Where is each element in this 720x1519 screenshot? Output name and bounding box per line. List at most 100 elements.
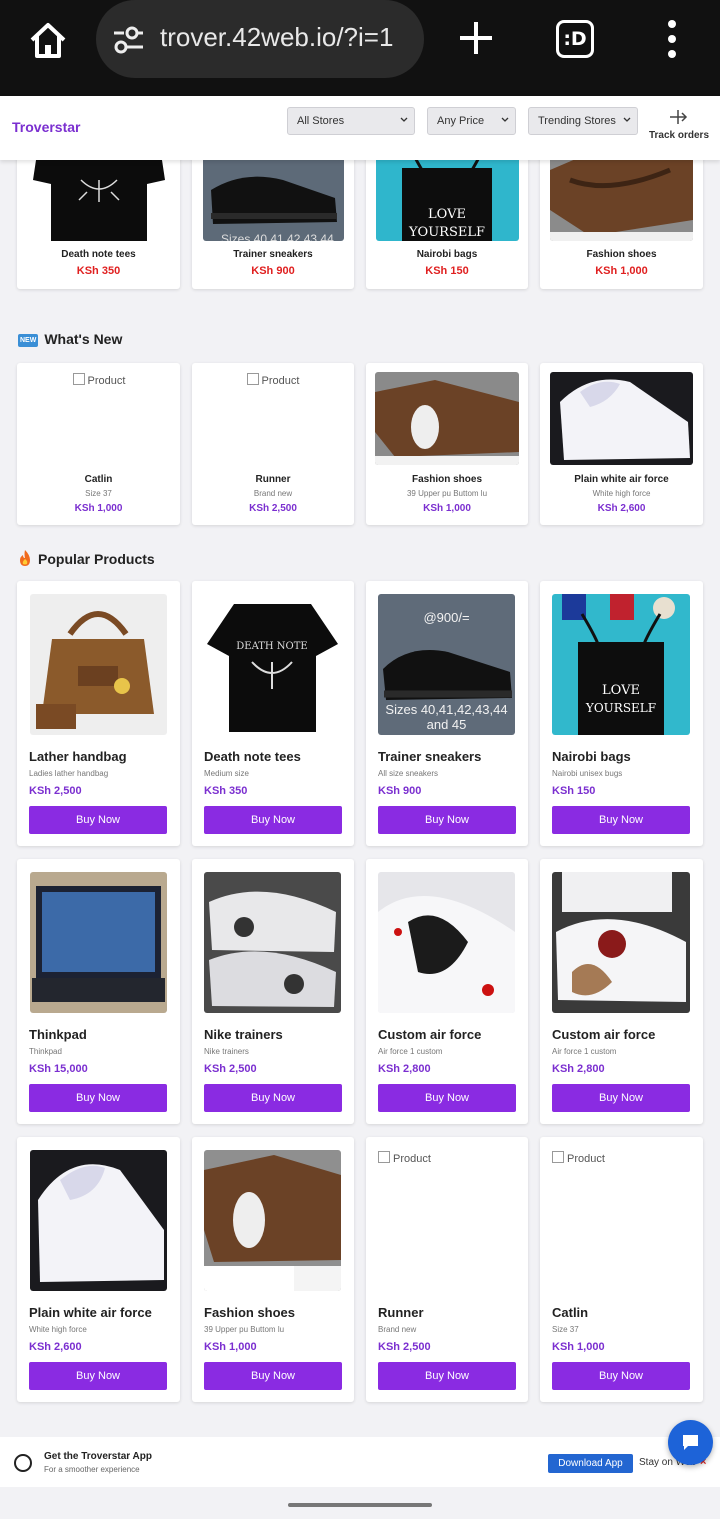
store-filter-value: All Stores: [297, 115, 345, 127]
popular-product-card[interactable]: LOVE YOURSELF Nairobi bags Nairobi unise…: [540, 581, 703, 846]
product-price: KSh 2,800: [378, 1063, 431, 1075]
product-price: KSh 2,500: [29, 785, 82, 797]
popular-title: Popular Products: [38, 551, 155, 567]
product-price: KSh 2,600: [29, 1341, 82, 1353]
product-name: Thinkpad: [29, 1027, 87, 1042]
app-circle-icon: [14, 1454, 32, 1472]
product-subtitle: White high force: [592, 489, 651, 498]
product-name: Lather handbag: [29, 749, 127, 764]
buy-now-button[interactable]: Buy Now: [29, 1362, 167, 1390]
product-image: [550, 372, 693, 465]
store-filter-select[interactable]: All Stores: [287, 107, 415, 135]
image-alt-text: Product: [393, 1153, 431, 1165]
product-name: Trainer sneakers: [378, 749, 482, 764]
trending-card[interactable]: LOVE YOURSELF Nairobi bags KSh 150: [366, 140, 528, 289]
popular-product-card[interactable]: Product Catlin Size 37 KSh 1,000 Buy Now: [540, 1137, 703, 1402]
trending-card[interactable]: Fashion shoes KSh 1,000: [540, 140, 703, 289]
popular-product-card[interactable]: Thinkpad Thinkpad KSh 15,000 Buy Now: [17, 859, 180, 1124]
buy-now-button[interactable]: Buy Now: [552, 806, 690, 834]
product-subtitle: Size 37: [85, 489, 112, 498]
new-tab-icon[interactable]: [456, 18, 496, 58]
product-subtitle: 39 Upper pu Buttom lu: [204, 1325, 285, 1334]
address-bar[interactable]: trover.42web.io/?i=1: [96, 0, 424, 78]
product-name: Fashion shoes: [204, 1305, 296, 1320]
gesture-bar[interactable]: [288, 1503, 432, 1507]
product-price: KSh 350: [204, 785, 248, 797]
chat-button[interactable]: [668, 1420, 713, 1465]
app-install-banner: Get the Troverstar App For a smoother ex…: [0, 1437, 720, 1487]
popular-product-card[interactable]: Lather handbag Ladies lather handbag KSh…: [17, 581, 180, 846]
new-product-card[interactable]: Fashion shoes 39 Upper pu Buttom lu KSh …: [366, 363, 528, 525]
new-badge-icon: NEW: [18, 334, 39, 347]
price-filter-select[interactable]: Any Price: [427, 107, 516, 135]
fire-icon: [20, 550, 30, 566]
popular-product-card[interactable]: @900/= Sizes 40,41,42,43,44 and 45 Train…: [366, 581, 528, 846]
popular-product-card[interactable]: Fashion shoes 39 Upper pu Buttom lu KSh …: [192, 1137, 354, 1402]
new-product-card[interactable]: Product Catlin Size 37 KSh 1,000: [17, 363, 180, 525]
tab-switcher-button[interactable]: :D: [556, 20, 594, 58]
overlay-sizes-text: Sizes 40,41,42,43,44 and 45: [385, 702, 508, 732]
sort-select[interactable]: Trending Stores: [528, 107, 638, 135]
more-menu-icon[interactable]: [664, 18, 680, 60]
buy-now-button[interactable]: Buy Now: [29, 806, 167, 834]
whats-new-title: What's New: [44, 331, 123, 347]
popular-product-card[interactable]: Custom air force Air force 1 custom KSh …: [540, 859, 703, 1124]
popular-product-card[interactable]: DEATH NOTE Death note tees Medium size K…: [192, 581, 354, 846]
product-subtitle: Size 37: [552, 1325, 579, 1334]
product-price: KSh 2,500: [249, 503, 297, 514]
product-name: Plain white air force: [574, 474, 669, 485]
product-price: KSh 2,600: [597, 503, 646, 514]
brand-logo[interactable]: Troverstar: [12, 119, 80, 135]
buy-now-button[interactable]: Buy Now: [204, 1084, 342, 1112]
buy-now-button[interactable]: Buy Now: [378, 1084, 516, 1112]
popular-product-card[interactable]: Product Runner Brand new KSh 2,500 Buy N…: [366, 1137, 528, 1402]
product-price: KSh 150: [425, 265, 469, 277]
product-image: [30, 1150, 167, 1291]
product-image: [378, 872, 515, 1013]
buy-now-button[interactable]: Buy Now: [378, 806, 516, 834]
product-price: KSh 1,000: [74, 503, 123, 514]
popular-product-card[interactable]: Custom air force Air force 1 custom KSh …: [366, 859, 528, 1124]
overlay-price-text: @900/=: [423, 610, 470, 625]
product-subtitle: All size sneakers: [378, 769, 439, 778]
product-subtitle: Nairobi unisex bugs: [552, 769, 623, 778]
product-subtitle: Air force 1 custom: [552, 1047, 617, 1056]
product-name: Nairobi bags: [416, 249, 478, 260]
url-text[interactable]: trover.42web.io/?i=1: [160, 22, 410, 53]
product-image: LOVE YOURSELF: [552, 594, 690, 735]
new-product-card[interactable]: Product Runner Brand new KSh 2,500: [192, 363, 354, 525]
buy-now-button[interactable]: Buy Now: [552, 1362, 690, 1390]
download-app-button[interactable]: Download App: [548, 1454, 633, 1473]
product-subtitle: 39 Upper pu Buttom lu: [406, 489, 488, 498]
buy-now-button[interactable]: Buy Now: [204, 806, 342, 834]
trending-card[interactable]: Death note tees KSh 350: [17, 140, 180, 289]
bag-print-text-2: YOURSELF: [585, 701, 656, 715]
home-icon[interactable]: [26, 18, 70, 62]
new-product-card[interactable]: Plain white air force White high force K…: [540, 363, 703, 525]
trending-card[interactable]: Sizes 40,41,42,43,44 Trainer sneakers KS…: [192, 140, 354, 289]
chevron-down-icon: [623, 117, 631, 122]
product-image: DEATH NOTE: [204, 594, 341, 735]
image-alt-text: Product: [87, 375, 126, 387]
product-image-placeholder: Product: [552, 1151, 605, 1165]
product-subtitle: Air force 1 custom: [378, 1047, 443, 1056]
product-subtitle: Brand new: [253, 489, 293, 498]
product-subtitle: Nike trainers: [204, 1047, 249, 1056]
popular-product-card[interactable]: Nike trainers Nike trainers KSh 2,500 Bu…: [192, 859, 354, 1124]
product-image-placeholder: Product: [29, 373, 169, 387]
buy-now-button[interactable]: Buy Now: [29, 1084, 167, 1112]
product-name: Catlin: [552, 1305, 589, 1320]
chevron-down-icon: [501, 117, 509, 122]
site-settings-icon[interactable]: [110, 22, 146, 58]
buy-now-button[interactable]: Buy Now: [378, 1362, 516, 1390]
popular-product-card[interactable]: Plain white air force White high force K…: [17, 1137, 180, 1402]
image-alt-text: Product: [567, 1153, 605, 1165]
chat-icon: [683, 1435, 698, 1450]
product-image-placeholder: Product: [203, 373, 343, 387]
product-price: KSh 900: [378, 785, 422, 797]
buy-now-button[interactable]: Buy Now: [552, 1084, 690, 1112]
price-filter-value: Any Price: [437, 115, 485, 127]
buy-now-button[interactable]: Buy Now: [204, 1362, 342, 1390]
track-orders-button[interactable]: Track orders: [648, 108, 710, 141]
product-image: [552, 872, 690, 1013]
